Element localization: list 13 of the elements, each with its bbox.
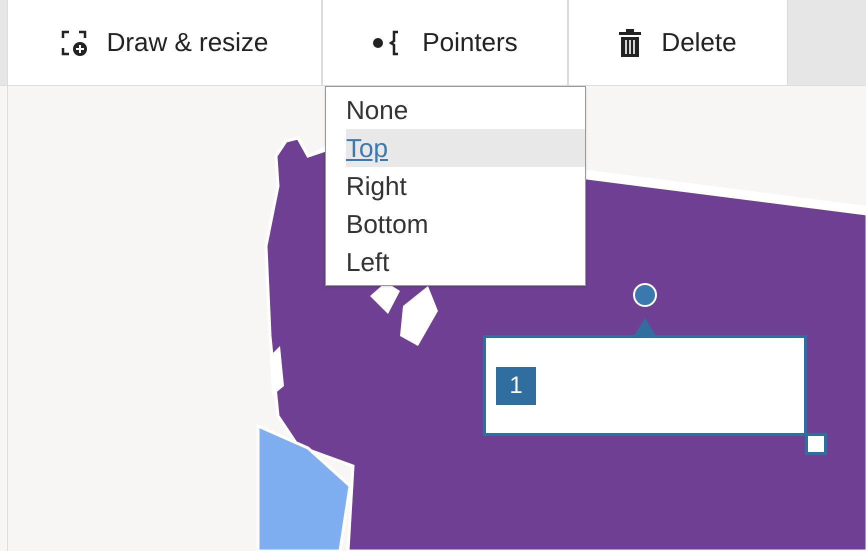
toolbar-button[interactable]: Pointers bbox=[322, 0, 568, 85]
annotation-number: 1 bbox=[496, 366, 536, 404]
add-frame-icon bbox=[60, 30, 87, 56]
annotation-box[interactable]: 1 bbox=[483, 335, 807, 436]
menu-item[interactable]: Right bbox=[346, 167, 585, 205]
menu-item[interactable]: Left bbox=[346, 243, 585, 281]
menu-item[interactable]: Bottom bbox=[346, 205, 585, 243]
menu-item[interactable]: Top bbox=[346, 129, 585, 167]
menu-item[interactable]: None bbox=[346, 91, 585, 129]
trash-icon bbox=[619, 28, 642, 56]
resize-handle[interactable] bbox=[805, 433, 827, 455]
toolbar-button[interactable]: Delete bbox=[568, 0, 788, 85]
toolbar-button[interactable]: Draw & resize bbox=[7, 0, 322, 85]
